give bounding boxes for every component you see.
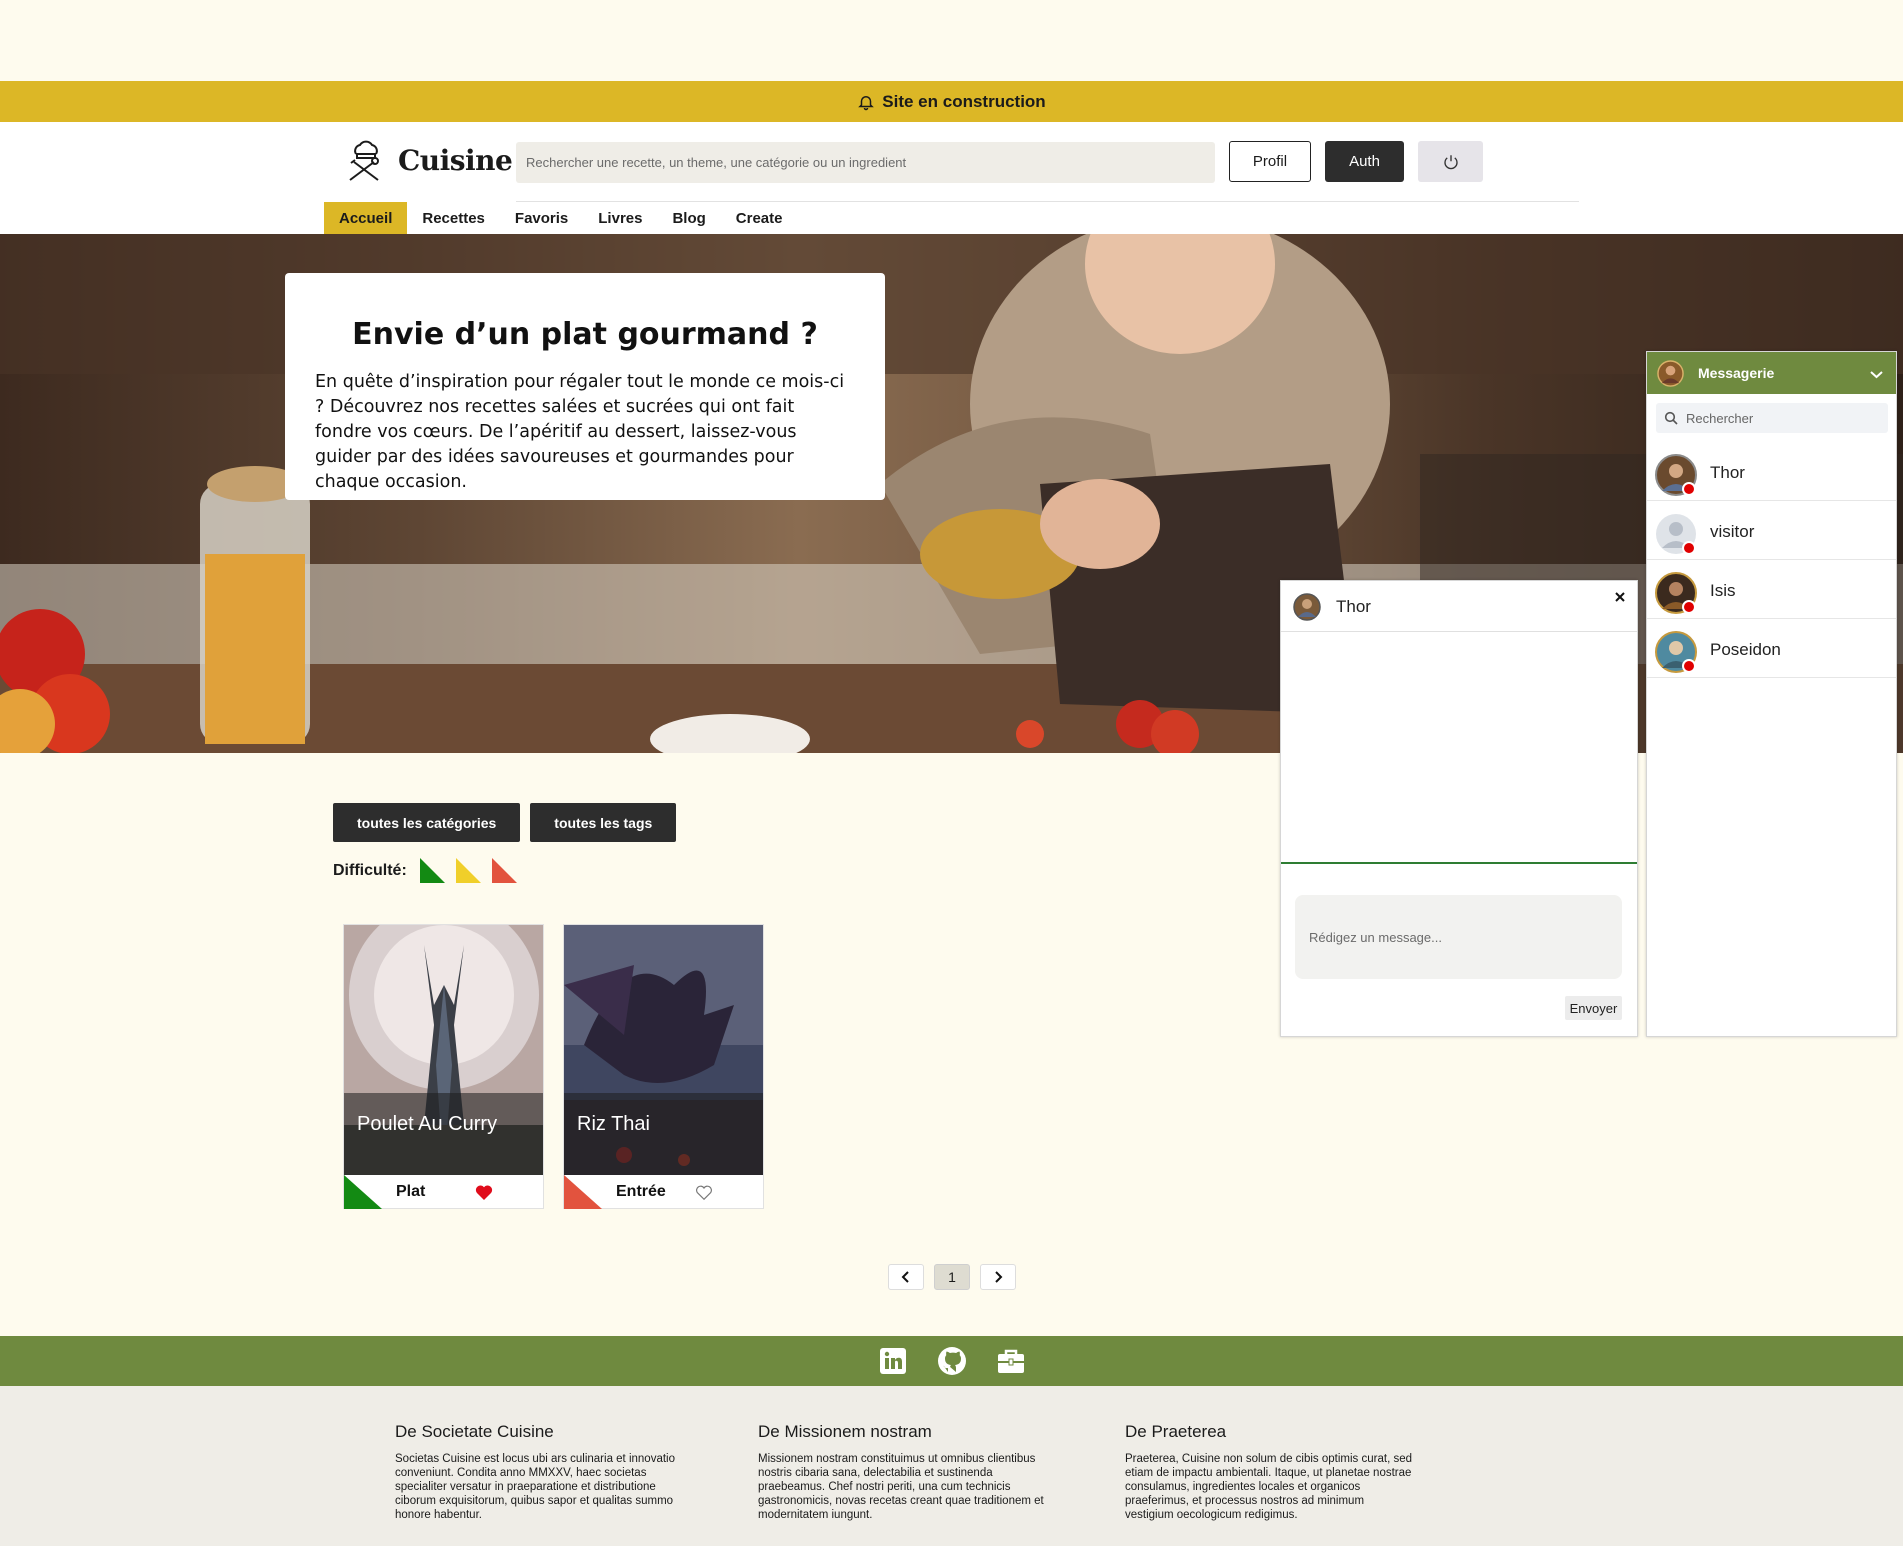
hero-text: En quête d’inspiration pour régaler tout… <box>315 372 845 492</box>
contact-name: Isis <box>1710 581 1736 600</box>
chat-messages[interactable] <box>1281 632 1637 864</box>
contact-name: Poseidon <box>1710 640 1781 659</box>
heart-filled-icon[interactable] <box>475 1184 493 1201</box>
site-header: Cuisine Profil Auth Accueil Recettes Fav… <box>0 122 1903 234</box>
recipe-search-input[interactable] <box>516 142 1215 183</box>
avatar <box>1656 514 1696 555</box>
contact-search <box>1656 403 1888 433</box>
contact-item-isis[interactable]: Isis <box>1647 560 1896 619</box>
chat-contact-name: Thor <box>1336 597 1371 616</box>
recipe-title: Poulet Au Curry <box>344 1093 543 1175</box>
recipe-title: Riz Thai <box>564 1093 763 1175</box>
current-page-button[interactable]: 1 <box>934 1264 970 1290</box>
all-tags-button[interactable]: toutes les tags <box>530 803 677 842</box>
footer-column-title: De Missionem nostram <box>758 1422 932 1441</box>
message-input[interactable] <box>1295 895 1622 979</box>
contact-search-input[interactable] <box>1686 403 1884 433</box>
bell-icon <box>858 95 875 110</box>
messenger-header[interactable]: Messagerie <box>1647 352 1896 394</box>
footer-column: De Societate Cuisine Societas Cuisine es… <box>395 1422 685 1522</box>
recipe-card-footer: Plat <box>344 1175 543 1209</box>
contact-item-visitor[interactable]: visitor <box>1647 501 1896 560</box>
avatar <box>1657 360 1684 387</box>
search-icon <box>1664 411 1678 425</box>
difficulty-filter: Difficulté: <box>333 858 517 883</box>
site-footer: De Societate Cuisine Societas Cuisine es… <box>0 1386 1903 1546</box>
nav-item-blog[interactable]: Blog <box>657 202 720 234</box>
difficulty-medium-icon[interactable] <box>455 858 481 883</box>
hero-title: Envie d’un plat gourmand ? <box>352 317 818 352</box>
recipe-card[interactable]: Poulet Au Curry Plat <box>343 924 544 1209</box>
nav-item-create[interactable]: Create <box>721 202 798 234</box>
avatar <box>1655 631 1697 673</box>
messenger-panel: Messagerie Thor visitor Isis <box>1646 351 1897 1037</box>
contact-item-poseidon[interactable]: Poseidon <box>1647 619 1896 678</box>
contact-name: visitor <box>1710 522 1755 541</box>
logo-text: Cuisine <box>398 143 513 177</box>
footer-column-title: De Praeterea <box>1125 1422 1227 1441</box>
chevron-left-icon <box>901 1271 909 1283</box>
difficulty-hard-icon[interactable] <box>491 858 517 883</box>
difficulty-hard-icon <box>564 1175 602 1209</box>
nav-item-recettes[interactable]: Recettes <box>407 202 500 234</box>
avatar <box>1293 593 1321 621</box>
recipe-card[interactable]: Riz Thai Entrée <box>563 924 764 1209</box>
construction-banner: Site en construction <box>0 81 1903 122</box>
footer-column: De Missionem nostram Missionem nostram c… <box>758 1422 1048 1522</box>
filter-bar: toutes les catégories toutes les tags <box>333 803 677 842</box>
hero-card: Envie d’un plat gourmand ? En quête d’in… <box>285 273 885 500</box>
nav-item-accueil[interactable]: Accueil <box>324 202 408 234</box>
recipe-category: Entrée <box>616 1183 666 1200</box>
power-button[interactable] <box>1418 141 1483 182</box>
nav-item-livres[interactable]: Livres <box>583 202 657 234</box>
recipe-card-footer: Entrée <box>564 1175 763 1209</box>
power-icon <box>1443 154 1458 169</box>
main-nav: Accueil Recettes Favoris Livres Blog Cre… <box>324 202 798 234</box>
contact-item-thor[interactable]: Thor <box>1647 442 1896 501</box>
footer-column-text: Praeterea, Cuisine non solum de cibis op… <box>1125 1453 1413 1521</box>
briefcase-icon[interactable] <box>995 1345 1027 1377</box>
social-bar <box>0 1336 1903 1386</box>
close-icon[interactable] <box>1613 590 1627 604</box>
footer-column-text: Missionem nostram constituimus ut omnibu… <box>758 1453 1044 1521</box>
avatar <box>1655 454 1697 496</box>
nav-item-favoris[interactable]: Favoris <box>500 202 583 234</box>
footer-column: De Praeterea Praeterea, Cuisine non solu… <box>1125 1422 1415 1522</box>
chef-hat-icon <box>349 140 379 181</box>
difficulty-label: Difficulté: <box>333 861 407 879</box>
chat-header: Thor <box>1281 581 1637 632</box>
avatar <box>1655 572 1697 614</box>
messenger-title: Messagerie <box>1698 365 1775 381</box>
chat-window: Thor Envoyer <box>1280 580 1638 1037</box>
chevron-down-icon[interactable] <box>1869 367 1884 382</box>
heart-outline-icon[interactable] <box>695 1184 713 1201</box>
next-page-button[interactable] <box>980 1264 1016 1290</box>
profil-button[interactable]: Profil <box>1229 141 1311 182</box>
difficulty-easy-icon[interactable] <box>419 858 445 883</box>
footer-column-text: Societas Cuisine est locus ubi ars culin… <box>395 1453 675 1521</box>
banner-text: Site en construction <box>882 91 1046 111</box>
site-logo[interactable]: Cuisine <box>340 136 513 184</box>
chevron-right-icon <box>995 1271 1003 1283</box>
github-icon[interactable] <box>936 1345 968 1377</box>
footer-column-title: De Societate Cuisine <box>395 1422 554 1441</box>
pagination: 1 <box>888 1264 1016 1290</box>
contact-name: Thor <box>1710 463 1745 482</box>
previous-page-button[interactable] <box>888 1264 924 1290</box>
auth-button[interactable]: Auth <box>1325 141 1404 182</box>
send-button[interactable]: Envoyer <box>1565 996 1622 1020</box>
all-categories-button[interactable]: toutes les catégories <box>333 803 521 842</box>
recipe-category: Plat <box>396 1183 426 1200</box>
difficulty-easy-icon <box>344 1175 382 1209</box>
linkedin-icon[interactable] <box>877 1345 909 1377</box>
